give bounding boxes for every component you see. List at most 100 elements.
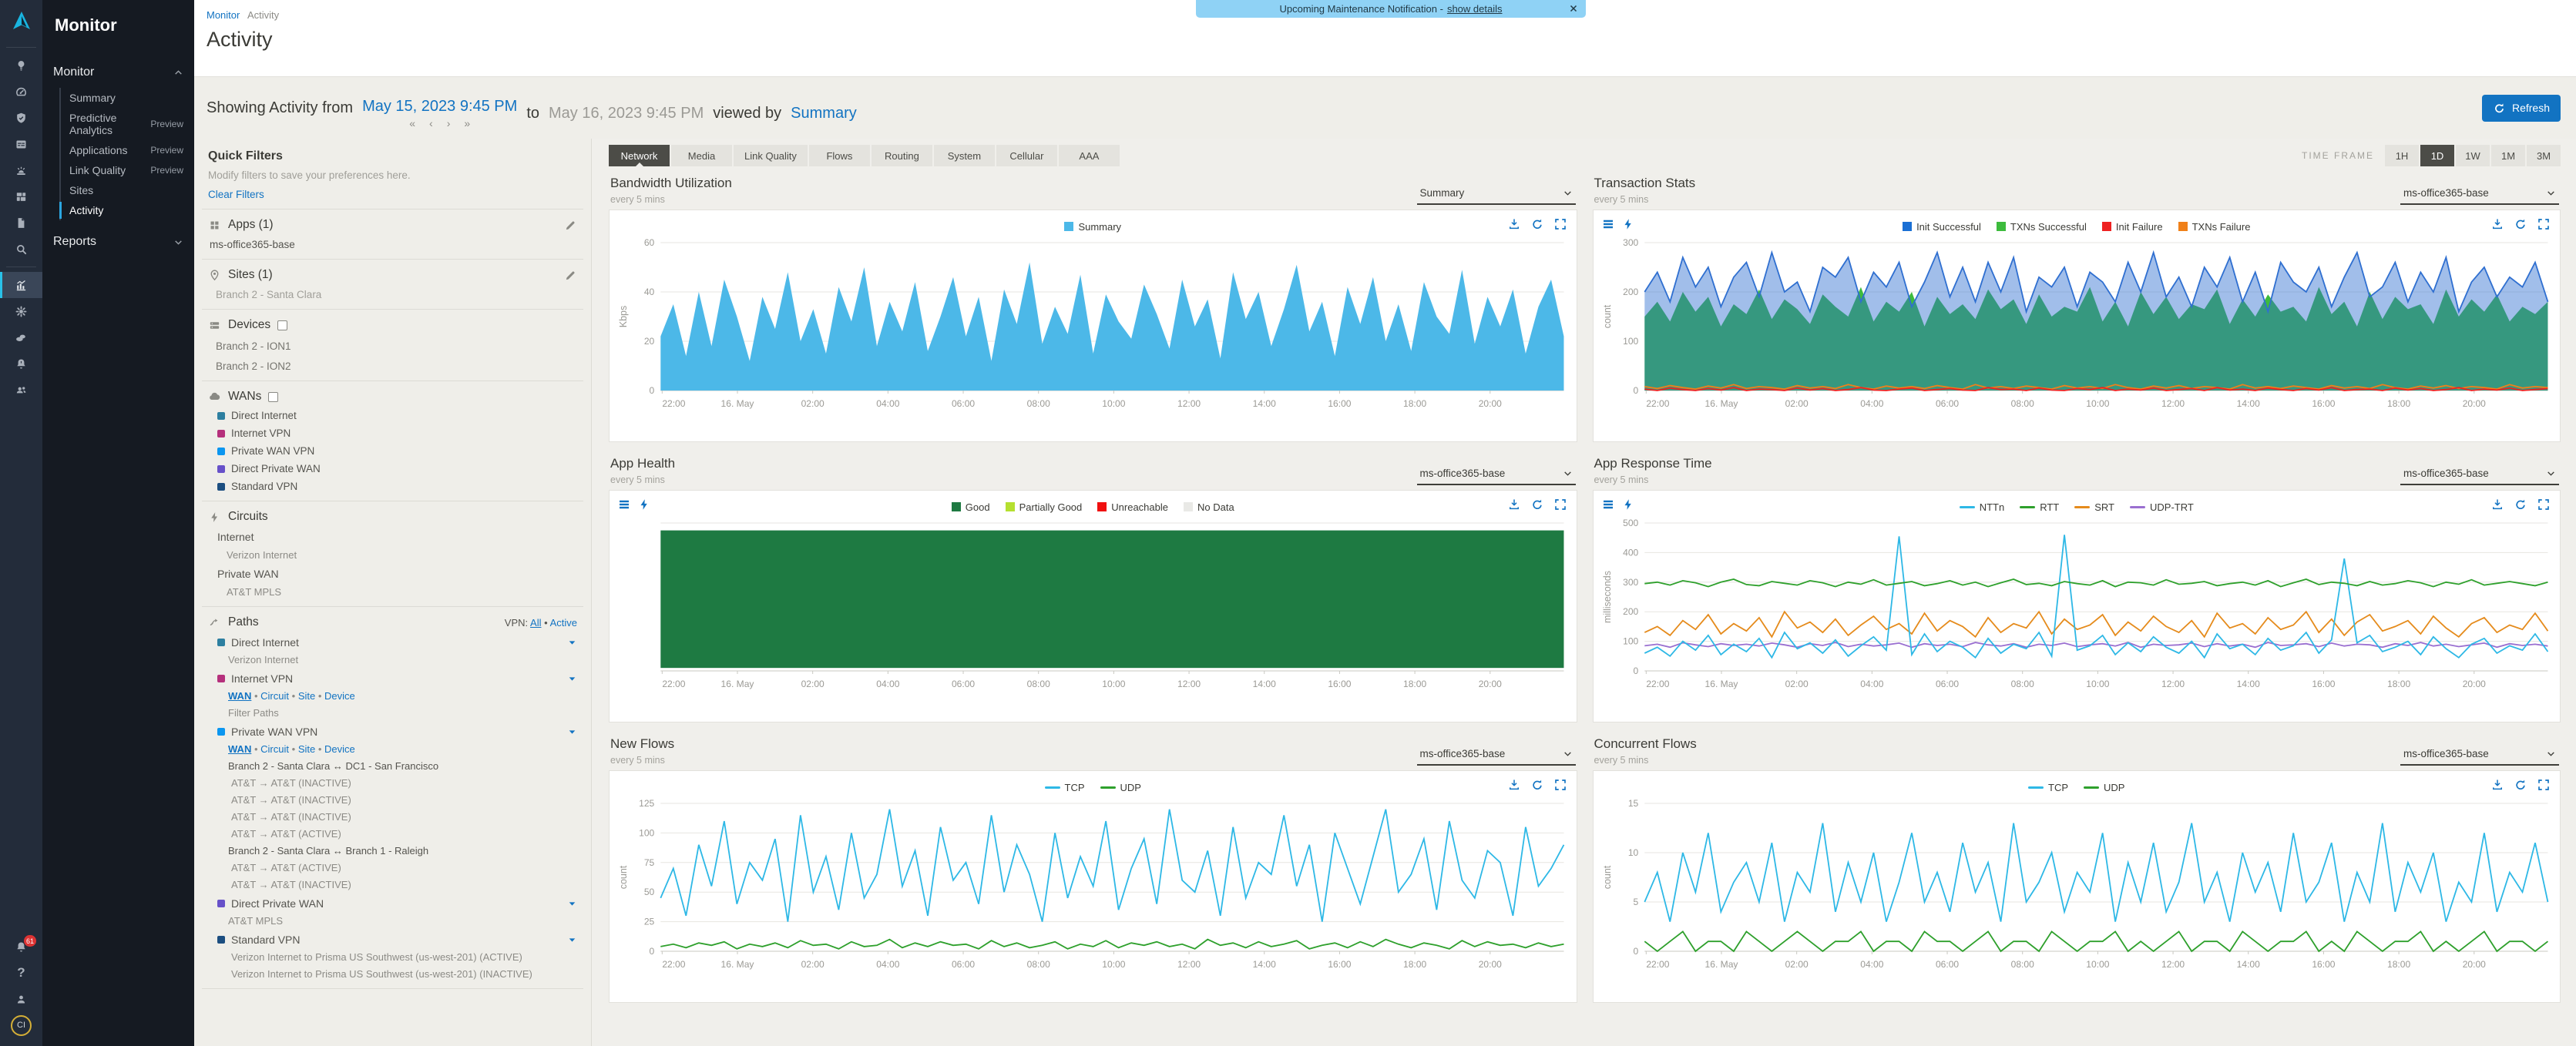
devices-item[interactable]: Branch 2 - ION1	[216, 340, 577, 352]
tab-link-quality[interactable]: Link Quality	[734, 145, 808, 166]
chevron-down-icon[interactable]	[567, 674, 577, 684]
path-sub-item[interactable]: AT&T → AT&T (INACTIVE)	[231, 811, 577, 823]
path-group[interactable]: Direct Internet	[217, 636, 577, 649]
banner-show-details-link[interactable]: show details	[1447, 3, 1503, 15]
chart-plot[interactable]: 010020030040050022:0016. May02:0004:0006…	[1600, 515, 2554, 708]
expand-icon[interactable]	[1553, 778, 1567, 792]
path-sub-item[interactable]: AT&T → AT&T (INACTIVE)	[231, 794, 577, 806]
wans-checkbox[interactable]	[268, 392, 278, 402]
timeframe-3m[interactable]: 3M	[2527, 145, 2561, 166]
legend-item[interactable]: Init Failure	[2102, 221, 2163, 233]
wan-item[interactable]: Internet VPN	[217, 427, 577, 439]
legend-item[interactable]: UDP	[1100, 782, 1141, 793]
download-icon[interactable]	[2490, 217, 2504, 231]
timeframe-1m[interactable]: 1M	[2491, 145, 2525, 166]
sites-item[interactable]: Branch 2 - Santa Clara	[216, 289, 577, 300]
chart-plot[interactable]: 010020030022:0016. May02:0004:0006:0008:…	[1600, 235, 2554, 427]
path-filter-link-wan[interactable]: WAN	[228, 690, 251, 702]
timeframe-1h[interactable]: 1H	[2385, 145, 2419, 166]
rail-item-layout-grid[interactable]	[0, 183, 42, 210]
path-group[interactable]: Standard VPN	[217, 934, 577, 946]
pagination-arrow-0[interactable]: «	[409, 118, 415, 129]
refresh-button[interactable]: Refresh	[2482, 95, 2561, 122]
chevron-down-icon[interactable]	[567, 935, 577, 945]
path-sub-item[interactable]: Verizon Internet to Prisma US Southwest …	[231, 951, 577, 963]
edit-pencil-icon[interactable]	[564, 219, 577, 232]
path-group[interactable]: Private WAN VPN	[217, 726, 577, 738]
sidebar-item-summary[interactable]: Summary	[61, 88, 194, 108]
download-icon[interactable]	[2490, 778, 2504, 792]
tab-system[interactable]: System	[934, 145, 995, 166]
chevron-down-icon[interactable]	[567, 638, 577, 648]
legend-item[interactable]: TXNs Successful	[1997, 221, 2087, 233]
filter-paths-link[interactable]: Filter Paths	[228, 707, 577, 719]
nav-section-reports[interactable]: Reports	[42, 228, 194, 256]
timeframe-1w[interactable]: 1W	[2456, 145, 2490, 166]
rail-item-avatar[interactable]: CI	[0, 1012, 42, 1038]
path-group[interactable]: Internet VPN	[217, 672, 577, 685]
chart-plot[interactable]: 025507510012522:0016. May02:0004:0006:00…	[616, 796, 1570, 988]
expand-icon[interactable]	[2537, 217, 2551, 231]
tab-routing[interactable]: Routing	[872, 145, 932, 166]
apps-item[interactable]: ms-office365-base	[210, 239, 577, 250]
chart-scope-dropdown[interactable]: Summary	[1417, 187, 1576, 205]
rail-item-help[interactable]: ?	[0, 960, 42, 986]
devices-checkbox[interactable]	[277, 320, 287, 330]
pagination-arrow-3[interactable]: »	[464, 118, 470, 129]
circuit-item[interactable]: Verizon Internet	[227, 549, 577, 561]
chart-scope-dropdown[interactable]: ms-office365-base	[2400, 187, 2559, 205]
refresh-chart-icon[interactable]	[1530, 217, 1544, 231]
pagination-arrow-1[interactable]: ‹	[429, 118, 433, 129]
legend-item[interactable]: Summary	[1064, 221, 1121, 233]
download-icon[interactable]	[1507, 498, 1521, 511]
chart-scope-dropdown[interactable]: ms-office365-base	[1417, 748, 1576, 766]
refresh-chart-icon[interactable]	[2514, 778, 2527, 792]
rail-item-activity-chart[interactable]	[0, 272, 42, 298]
path-endpoint-pair[interactable]: Branch 2 - Santa Clara ↔ DC1 - San Franc…	[228, 760, 577, 772]
rail-item-lightbulb[interactable]	[0, 52, 42, 79]
devices-item[interactable]: Branch 2 - ION2	[216, 360, 577, 372]
sidebar-item-predictive-analytics[interactable]: Predictive AnalyticsPreview	[61, 108, 194, 140]
path-sub-item[interactable]: Verizon Internet	[228, 654, 577, 665]
legend-item[interactable]: Unreachable	[1097, 501, 1168, 513]
legend-item[interactable]: UDP-TRT	[2130, 501, 2194, 513]
download-icon[interactable]	[2490, 498, 2504, 511]
legend-item[interactable]: Good	[952, 501, 990, 513]
expand-icon[interactable]	[2537, 778, 2551, 792]
tab-aaa[interactable]: AAA	[1059, 145, 1120, 166]
table-view-icon[interactable]	[1601, 498, 1615, 511]
rail-item-sliders[interactable]	[0, 131, 42, 157]
legend-item[interactable]: No Data	[1184, 501, 1234, 513]
path-filter-link-site[interactable]: Site	[298, 743, 315, 755]
rail-item-search[interactable]	[0, 236, 42, 262]
rail-item-gauge[interactable]	[0, 79, 42, 105]
nav-section-monitor[interactable]: Monitor	[42, 59, 194, 86]
to-date-picker[interactable]: May 16, 2023 9:45 PM	[549, 105, 704, 122]
path-filter-link-circuit[interactable]: Circuit	[260, 690, 289, 702]
path-filter-link-circuit[interactable]: Circuit	[260, 743, 289, 755]
wan-item[interactable]: Direct Private WAN	[217, 463, 577, 474]
path-filter-link-wan[interactable]: WAN	[228, 743, 251, 755]
chart-plot[interactable]: 22:0016. May02:0004:0006:0008:0010:0012:…	[616, 515, 1570, 708]
circuit-group[interactable]: Internet	[217, 531, 577, 543]
sidebar-item-applications[interactable]: ApplicationsPreview	[61, 140, 194, 160]
path-sub-item[interactable]: Verizon Internet to Prisma US Southwest …	[231, 968, 577, 980]
legend-item[interactable]: TCP	[2028, 782, 2068, 793]
path-sub-item[interactable]: AT&T → AT&T (ACTIVE)	[231, 862, 577, 873]
rail-item-shield-check[interactable]	[0, 105, 42, 131]
chevron-down-icon[interactable]	[567, 899, 577, 909]
chart-scope-dropdown[interactable]: ms-office365-base	[2400, 468, 2559, 485]
legend-item[interactable]: TCP	[1045, 782, 1085, 793]
clear-filters-link[interactable]: Clear Filters	[208, 189, 264, 200]
lightning-icon[interactable]	[637, 498, 651, 511]
refresh-chart-icon[interactable]	[1530, 778, 1544, 792]
expand-icon[interactable]	[2537, 498, 2551, 511]
lightning-icon[interactable]	[1621, 498, 1635, 511]
sidebar-item-sites[interactable]: Sites	[61, 180, 194, 200]
breadcrumb-parent-link[interactable]: Monitor	[207, 9, 240, 21]
download-icon[interactable]	[1507, 217, 1521, 231]
path-filter-link-device[interactable]: Device	[324, 743, 355, 755]
path-sub-item[interactable]: AT&T → AT&T (ACTIVE)	[231, 828, 577, 840]
legend-item[interactable]: SRT	[2074, 501, 2114, 513]
path-sub-item[interactable]: AT&T → AT&T (INACTIVE)	[231, 777, 577, 789]
